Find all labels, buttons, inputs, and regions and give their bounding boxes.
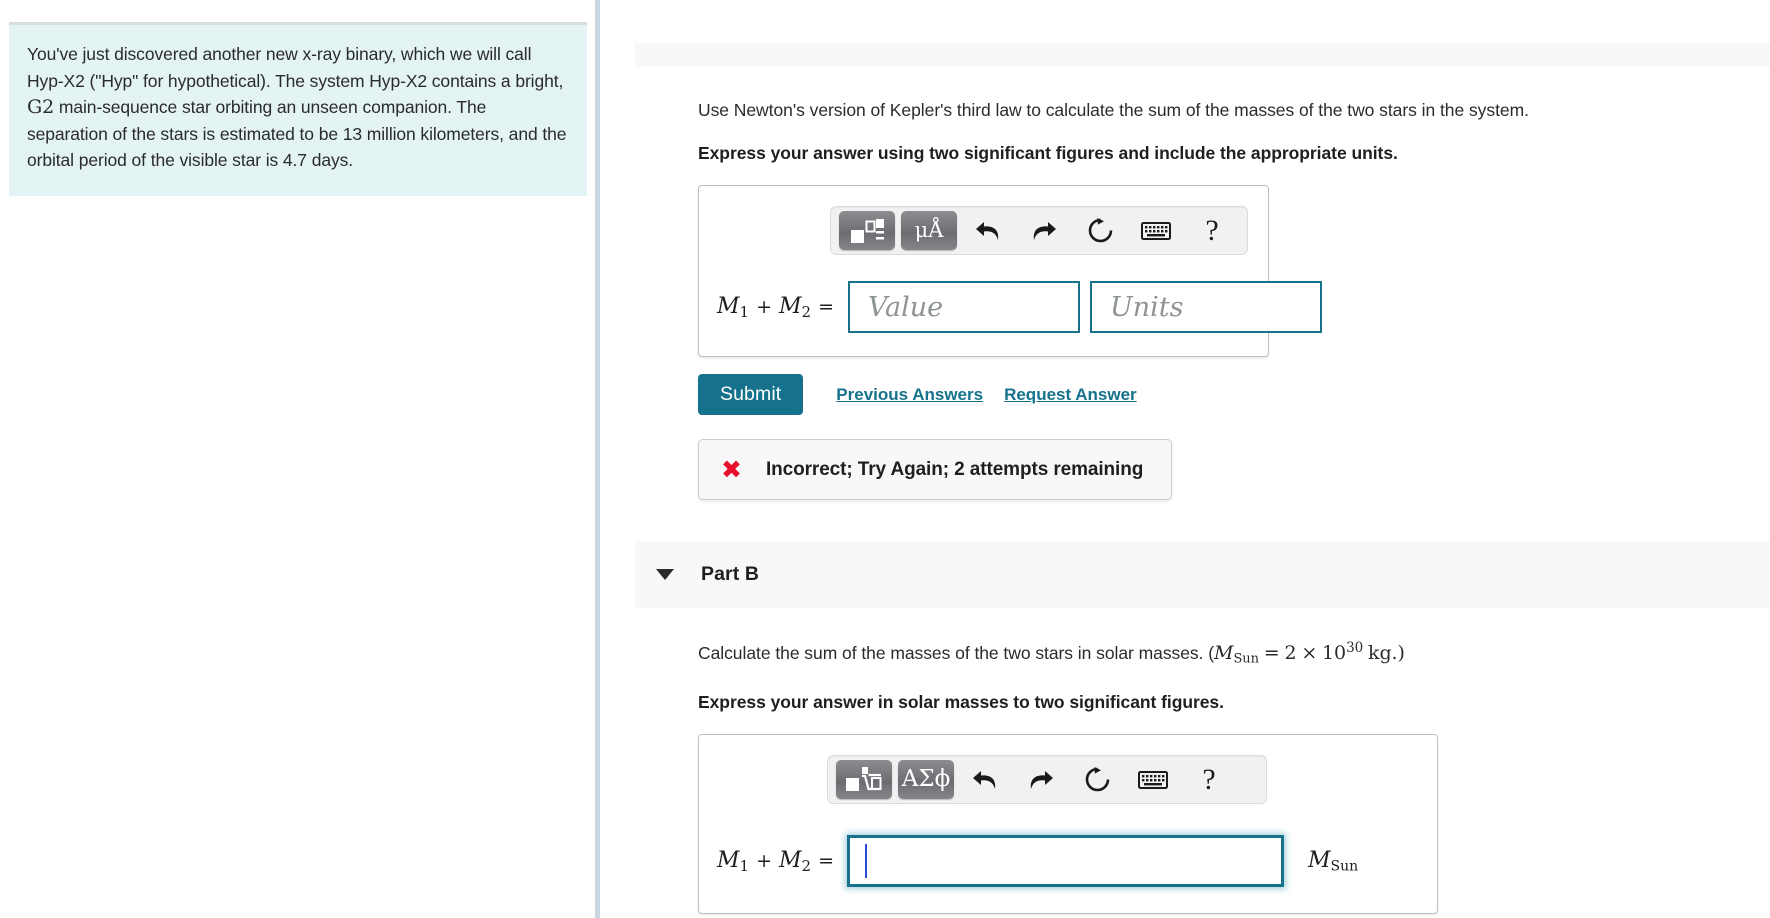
question-content: Use Newton's version of Kepler's third l… — [635, 0, 1770, 918]
part-a-answer-card: μÅ ? M1 + M2 = Value Units — [698, 185, 1322, 357]
problem-text-part-1: You've just discovered another new x-ray… — [27, 44, 564, 91]
reset-circular-arrow-icon — [1088, 218, 1112, 243]
part-a-feedback-wrap: ✖ Incorrect; Try Again; 2 attempts remai… — [698, 439, 1770, 500]
part-a-value-placeholder: Value — [868, 291, 944, 323]
part-b-title: Part B — [701, 563, 760, 585]
part-a-template-button[interactable] — [839, 211, 895, 250]
undo-arrow-icon — [976, 221, 999, 240]
part-a-lhs-label: M1 + M2 = — [717, 293, 834, 321]
part-a-feedback-box: ✖ Incorrect; Try Again; 2 attempts remai… — [698, 439, 1173, 500]
part-b-math-toolbar: ΑΣϕ ? — [827, 755, 1267, 805]
text-cursor — [865, 844, 867, 879]
part-a-units-button[interactable]: μÅ — [901, 211, 957, 250]
keyboard-icon — [1138, 770, 1168, 789]
redo-arrow-icon — [1033, 221, 1056, 240]
part-b-entry-row: M1 + M2 = MSun — [717, 835, 1359, 888]
spectral-type-math: G2 — [27, 96, 55, 118]
part-b-lhs-label: M1 + M2 = — [717, 847, 834, 875]
part-a-submit-button[interactable]: Submit — [698, 374, 804, 415]
keyboard-icon — [1141, 221, 1171, 240]
part-b-redo-button[interactable] — [1017, 760, 1065, 799]
part-a-value-input[interactable]: Value — [848, 281, 1080, 333]
x-mark-icon: ✖ — [721, 455, 742, 484]
part-b-undo-button[interactable] — [961, 760, 1009, 799]
part-b-help-button[interactable]: ? — [1185, 760, 1233, 799]
nth-root-template-icon — [846, 766, 882, 791]
problem-statement-text: You've just discovered another new x-ray… — [27, 41, 569, 174]
part-b-help-label: ? — [1202, 762, 1216, 796]
part-b-unit-suffix: MSun — [1308, 848, 1359, 875]
part-a-units-placeholder: Units — [1110, 291, 1184, 323]
part-b-greek-button-label: ΑΣϕ — [901, 766, 951, 793]
part-a-entry-row: M1 + M2 = Value Units — [717, 281, 1322, 333]
part-a-undo-button[interactable] — [964, 211, 1012, 250]
part-a-request-answer-link[interactable]: Request Answer — [1004, 385, 1137, 405]
reset-circular-arrow-icon — [1085, 767, 1109, 792]
part-a-units-input[interactable]: Units — [1090, 281, 1322, 333]
part-a-feedback-message: Incorrect; Try Again; 2 attempts remaini… — [765, 458, 1144, 480]
part-b-instruction-text: Express your answer in solar masses to t… — [698, 692, 1224, 713]
part-b-answer-card: ΑΣϕ ? M1 + M2 = MSun — [698, 734, 1438, 915]
part-b-body: Calculate the sum of the masses of the t… — [635, 636, 1770, 915]
problem-statement-pane: You've just discovered another new x-ray… — [0, 0, 597, 918]
part-b-template-button[interactable] — [836, 760, 892, 800]
part-b-keyboard-button[interactable] — [1129, 760, 1177, 799]
part-a-help-button[interactable]: ? — [1188, 211, 1236, 250]
part-a-reset-button[interactable] — [1076, 211, 1124, 250]
problem-text-part-2: main-sequence star orbiting an unseen co… — [27, 97, 567, 170]
part-b-question-text: Calculate the sum of the masses of the t… — [698, 640, 1405, 667]
part-b-reset-button[interactable] — [1073, 760, 1121, 799]
question-pane: Use Newton's version of Kepler's third l… — [597, 0, 1770, 918]
part-b-header[interactable]: Part B — [635, 541, 1770, 608]
part-b-greek-button[interactable]: ΑΣϕ — [898, 760, 954, 800]
redo-arrow-icon — [1030, 770, 1053, 789]
part-a-math-toolbar: μÅ ? — [830, 206, 1248, 255]
part-a-body: Use Newton's version of Kepler's third l… — [635, 98, 1770, 500]
part-b-question-prefix: Calculate the sum of the masses of the t… — [698, 643, 1215, 664]
part-a-submit-row: Submit Previous Answers Request Answer — [698, 374, 1770, 415]
problem-statement-box: You've just discovered another new x-ray… — [9, 22, 587, 196]
part-a-keyboard-button[interactable] — [1132, 211, 1180, 250]
part-a-help-label: ? — [1205, 213, 1219, 247]
part-a-redo-button[interactable] — [1020, 211, 1068, 250]
part-a-header-bar — [635, 43, 1770, 67]
math-template-icon — [851, 218, 884, 243]
part-a-instruction-text: Express your answer using two significan… — [698, 143, 1398, 163]
pane-left-rule — [597, 0, 600, 918]
chevron-down-icon[interactable] — [656, 569, 674, 580]
part-a-previous-answers-link[interactable]: Previous Answers — [836, 385, 983, 405]
part-a-question-text: Use Newton's version of Kepler's third l… — [698, 100, 1529, 120]
part-b-answer-input[interactable] — [847, 835, 1284, 888]
part-a-units-button-label: μÅ — [914, 218, 944, 242]
undo-arrow-icon — [973, 770, 996, 789]
page-root: You've just discovered another new x-ray… — [0, 0, 1770, 918]
